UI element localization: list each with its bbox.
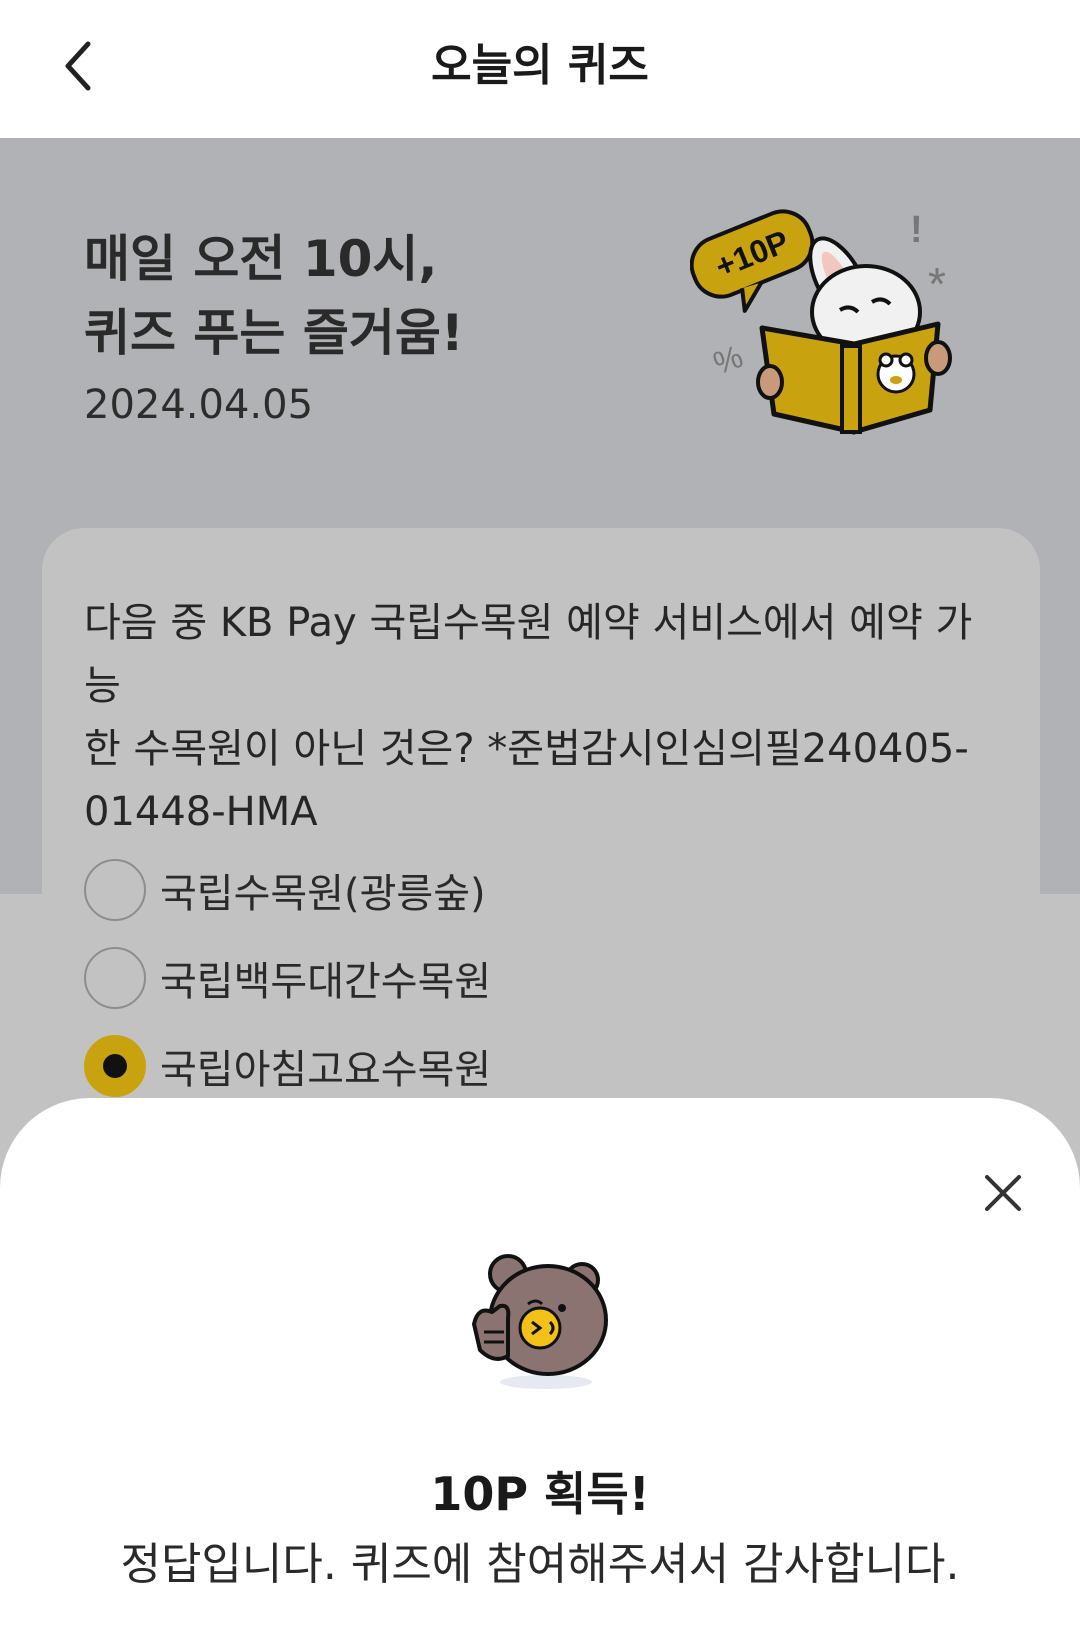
quiz-option-1[interactable]: 국립수목원(광릉숲) <box>84 858 844 922</box>
app-header: 오늘의 퀴즈 <box>0 0 1080 138</box>
hero-title-line1: 매일 오전 10시, <box>84 230 438 288</box>
quiz-option-2[interactable]: 국립백두대간수목원 <box>84 946 844 1010</box>
svg-text:%: % <box>708 338 747 382</box>
quiz-question-line3: 01448-HMA <box>84 789 318 835</box>
quiz-option-3[interactable]: 국립아침고요수목원 <box>84 1034 844 1098</box>
result-message: 정답입니다. 퀴즈에 참여해주셔서 감사합니다. <box>120 1539 960 1590</box>
points-speech-bubble: +10P <box>690 209 815 313</box>
bear-thumbs-up-icon <box>472 1254 608 1389</box>
svg-text:!: ! <box>910 209 923 251</box>
radio-button[interactable] <box>84 859 146 921</box>
page-title: 오늘의 퀴즈 <box>431 40 649 91</box>
svg-text:*: * <box>928 258 946 310</box>
close-button[interactable] <box>976 1166 1030 1220</box>
quiz-question-line2: 한 수목원이 아닌 것은? *준법감시인심의필240405- <box>84 726 969 772</box>
close-icon <box>985 1175 1021 1211</box>
quiz-date: 2024.04.05 <box>84 382 314 428</box>
quiz-option-label: 국립수목원(광릉숲) <box>160 871 486 917</box>
quiz-option-label: 국립백두대간수목원 <box>160 959 492 1005</box>
radio-selected-dot <box>103 1054 127 1078</box>
quiz-question: 다음 중 KB Pay 국립수목원 예약 서비스에서 예약 가능 한 수목원이 … <box>84 592 1004 844</box>
radio-button[interactable] <box>84 947 146 1009</box>
radio-button-selected[interactable] <box>84 1035 146 1097</box>
hero-title: 매일 오전 10시, 퀴즈 푸는 즐거움! <box>84 222 464 370</box>
rabbit-reading-illustration: +10P ! * % <box>690 209 952 435</box>
quiz-question-line1: 다음 중 KB Pay 국립수목원 예약 서비스에서 예약 가능 <box>84 600 973 709</box>
quiz-option-label: 국립아침고요수목원 <box>160 1047 492 1093</box>
hero-title-line2: 퀴즈 푸는 즐거움! <box>84 304 464 362</box>
result-title: 10P 획득! <box>430 1467 650 1521</box>
